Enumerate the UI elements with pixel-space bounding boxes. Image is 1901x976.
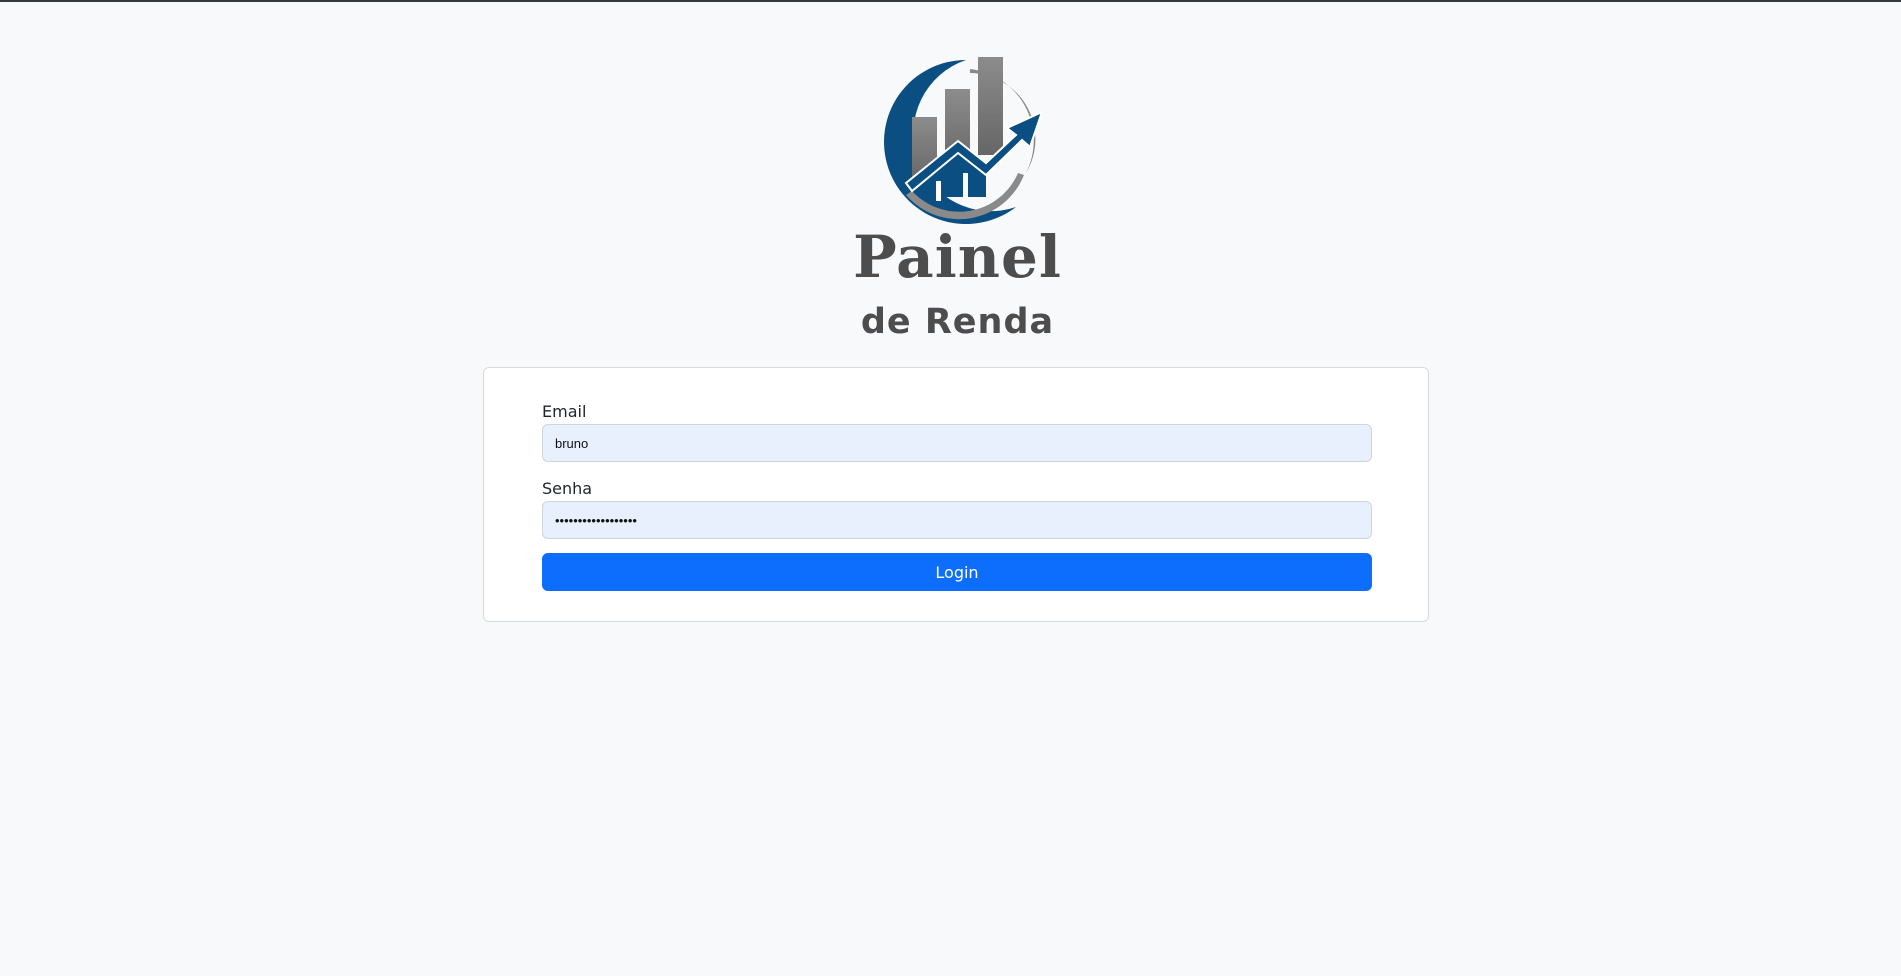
email-input[interactable] [542,424,1372,462]
login-card: Email Senha Login [483,367,1429,622]
top-border [0,0,1901,2]
brand-title: Painel [853,223,1062,291]
login-button[interactable]: Login [542,553,1372,591]
brand-logo [866,55,1044,225]
password-input[interactable] [542,501,1372,539]
email-label: Email [542,402,587,421]
password-label: Senha [542,479,593,498]
brand-subtitle: de Renda [860,302,1055,342]
bar-chart-growth-arrow-icon [884,57,1044,225]
